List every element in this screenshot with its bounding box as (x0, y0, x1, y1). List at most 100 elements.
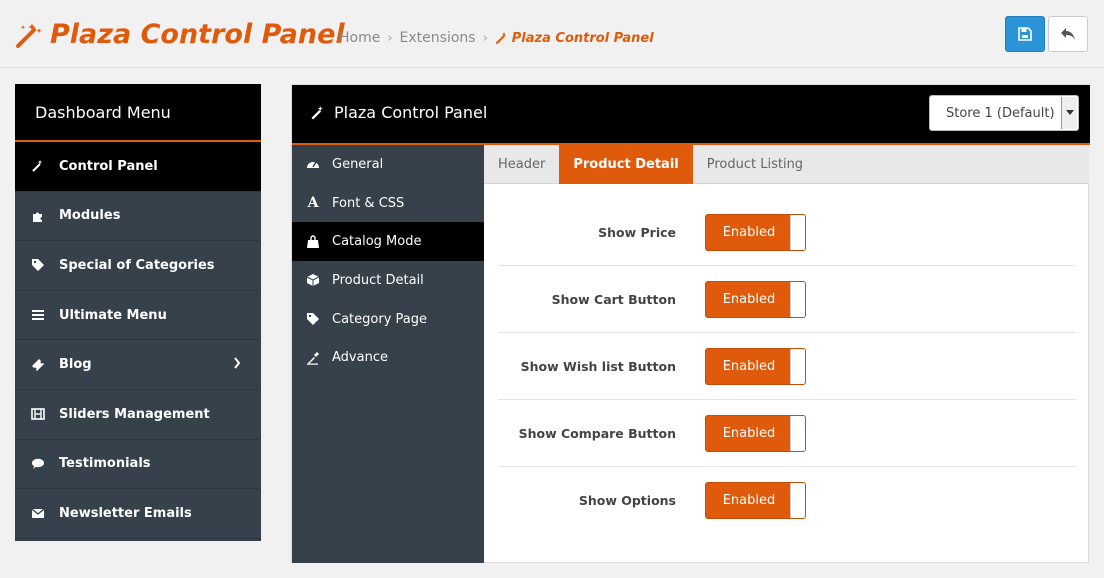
toggle-state: Enabled (722, 358, 776, 374)
subnav-item-catalog-mode[interactable]: Catalog Mode (292, 222, 484, 262)
subnav-item-advance[interactable]: Advance (292, 338, 484, 377)
comment-icon (30, 456, 46, 472)
show-wish-list-button-toggle[interactable]: Enabled (705, 347, 806, 385)
panel-header: Plaza Control Panel Store 1 (Default) (292, 85, 1090, 145)
setting-label: Show Cart Button (551, 291, 676, 307)
setting-row-show-options: Show Options Enabled (498, 467, 1076, 534)
font-icon: A (307, 195, 319, 212)
breadcrumb-current[interactable]: Plaza Control Panel (495, 31, 654, 46)
caret-down-icon (1061, 97, 1077, 129)
dashboard-item-modules[interactable]: Modules (15, 192, 261, 242)
chevron-right-icon (233, 357, 241, 373)
dashboard-menu-title: Dashboard Menu (15, 84, 261, 142)
subnav-item-label: General (332, 156, 384, 172)
magic-wand-icon (14, 19, 44, 49)
breadcrumb-extensions[interactable]: Extensions (400, 30, 476, 46)
setting-row-show-price: Show Price Enabled (498, 199, 1076, 266)
page-title: Plaza Control Panel (50, 18, 345, 50)
setting-row-show-cart-button: Show Cart Button Enabled (498, 266, 1076, 333)
page-header: Plaza Control Panel Home › Extensions › … (0, 0, 1104, 68)
setting-label: Show Options (578, 493, 676, 508)
toggle-knob[interactable] (790, 214, 805, 250)
reply-icon (1061, 28, 1075, 40)
dashboard-icon (306, 157, 320, 171)
tag-icon (30, 257, 46, 273)
brand: Plaza Control Panel (14, 14, 345, 54)
dashboard-item-sliders-management[interactable]: Sliders Management (15, 390, 261, 440)
panel-title: Plaza Control Panel (310, 103, 487, 122)
setting-label: Show Price (598, 224, 676, 240)
magic-wand-icon (495, 32, 506, 44)
tab-product-listing[interactable]: Product Listing (693, 145, 817, 184)
film-icon (30, 406, 46, 422)
save-icon (1018, 27, 1032, 41)
save-button[interactable] (1005, 16, 1045, 52)
tab-product-detail[interactable]: Product Detail (559, 145, 693, 184)
toggle-knob[interactable] (790, 348, 805, 384)
dashboard-item-label: Special of Categories (59, 257, 215, 273)
dashboard-item-label: Testimonials (59, 456, 151, 472)
settings-tabs: Header Product Detail Product Listing (484, 145, 1089, 184)
wand-icon (30, 158, 46, 174)
setting-row-show-wish-list-button: Show Wish list Button Enabled (498, 333, 1076, 400)
subnav-item-label: Font & CSS (332, 195, 405, 211)
ticket-icon (30, 357, 46, 373)
breadcrumb-current-label: Plaza Control Panel (511, 30, 654, 46)
dashboard-item-control-panel[interactable]: Control Panel (15, 142, 261, 192)
toggle-knob[interactable] (790, 483, 805, 518)
settings-form: Show Price Enabled Show Cart Button Enab… (498, 199, 1076, 534)
toggle-state: Enabled (722, 425, 776, 441)
dashboard-item-testimonials[interactable]: Testimonials (15, 440, 261, 490)
subnav-item-general[interactable]: General (292, 145, 484, 184)
dashboard-item-label: Sliders Management (59, 406, 210, 422)
store-select-value: Store 1 (Default) (946, 105, 1055, 121)
dashboard-item-label: Ultimate Menu (59, 307, 167, 323)
control-panel: Plaza Control Panel Store 1 (Default) Ge… (291, 84, 1090, 563)
magic-wand-icon (311, 105, 323, 120)
tab-header[interactable]: Header (484, 145, 559, 184)
dashboard-item-blog[interactable]: Blog (15, 340, 261, 390)
toggle-knob[interactable] (790, 281, 805, 317)
subnav-item-product-detail[interactable]: Product Detail (292, 261, 484, 300)
dashboard-item-ultimate-menu[interactable]: Ultimate Menu (15, 291, 261, 341)
subnav-item-label: Category Page (332, 311, 427, 327)
breadcrumb-separator: › (387, 30, 393, 46)
cube-icon (306, 273, 320, 287)
breadcrumb-home[interactable]: Home (339, 30, 380, 46)
dashboard-menu: Dashboard Menu Control Panel Modules Spe… (15, 84, 261, 541)
show-options-toggle[interactable]: Enabled (705, 482, 806, 519)
dashboard-item-label: Blog (59, 357, 92, 373)
subnav-item-label: Advance (332, 350, 388, 366)
setting-row-show-compare-button: Show Compare Button Enabled (498, 400, 1076, 467)
dashboard-item-label: Newsletter Emails (59, 505, 192, 521)
breadcrumb: Home › Extensions › Plaza Control Panel (339, 30, 654, 46)
toggle-knob[interactable] (790, 415, 805, 451)
setting-label: Show Compare Button (518, 425, 676, 441)
shopping-bag-icon (306, 235, 320, 249)
subnav-item-label: Product Detail (332, 272, 424, 288)
setting-label: Show Wish list Button (520, 358, 676, 374)
subnav-item-label: Catalog Mode (332, 234, 422, 250)
dashboard-item-special-of-categories[interactable]: Special of Categories (15, 241, 261, 291)
dashboard-item-label: Control Panel (59, 158, 158, 174)
puzzle-icon (30, 208, 46, 224)
show-compare-button-toggle[interactable]: Enabled (705, 414, 806, 452)
breadcrumb-separator: › (482, 30, 488, 46)
dashboard-item-newsletter-emails[interactable]: Newsletter Emails (15, 489, 261, 539)
toggle-state: Enabled (722, 291, 776, 307)
toggle-state: Enabled (722, 493, 776, 508)
dashboard-item-label: Modules (59, 208, 121, 224)
bars-icon (30, 307, 46, 323)
envelope-icon (30, 505, 46, 521)
show-cart-button-toggle[interactable]: Enabled (705, 280, 806, 318)
show-price-toggle[interactable]: Enabled (705, 213, 806, 251)
store-select[interactable]: Store 1 (Default) (929, 95, 1079, 131)
tags-icon (306, 312, 320, 326)
subnav-item-category-page[interactable]: Category Page (292, 300, 484, 339)
subnav-item-font-css[interactable]: A Font & CSS (292, 184, 484, 223)
back-button[interactable] (1048, 16, 1088, 52)
settings-subnav: General A Font & CSS Catalog Mode Produc… (292, 145, 484, 563)
eyedropper-icon (306, 351, 320, 365)
toggle-state: Enabled (722, 224, 776, 240)
panel-title-label: Plaza Control Panel (334, 103, 488, 122)
